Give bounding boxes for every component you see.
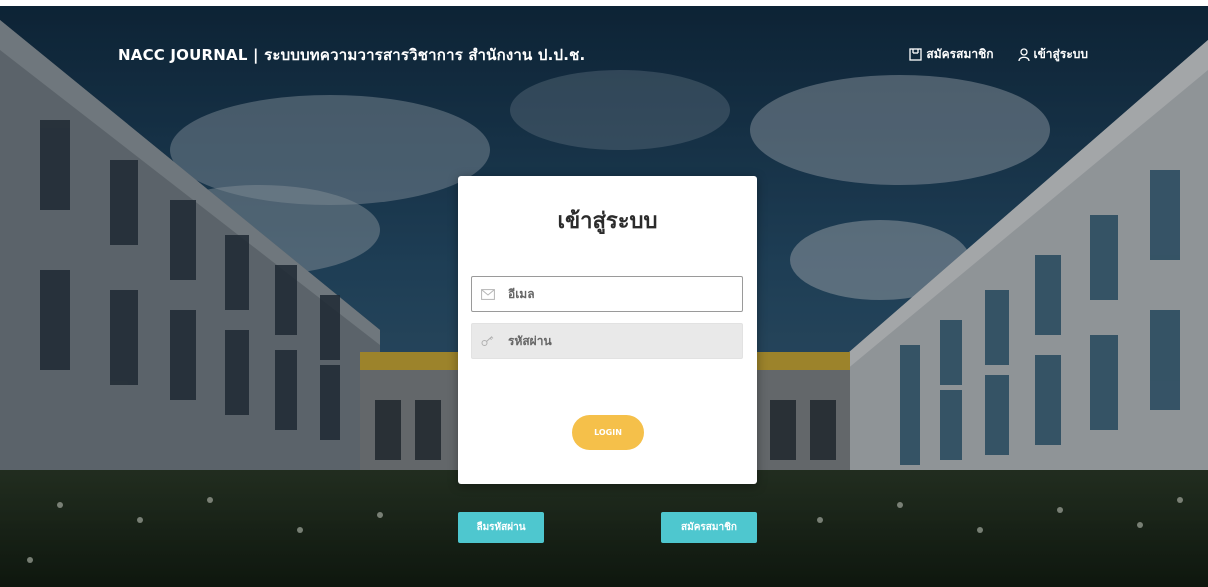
envelope-icon [472, 288, 504, 300]
site-title[interactable]: NACC JOURNAL | ระบบบทความวารสารวิชาการ ส… [118, 43, 585, 67]
email-input[interactable] [504, 279, 728, 309]
top-nav: สมัครสมาชิก เข้าสู่ระบบ [909, 45, 1088, 64]
login-page: NACC JOURNAL | ระบบบทความวารสารวิชาการ ส… [0, 0, 1208, 587]
user-icon [1017, 47, 1030, 62]
register-button[interactable]: สมัครสมาชิก [661, 512, 757, 543]
top-strip [0, 0, 1208, 6]
login-title: เข้าสู่ระบบ [557, 209, 658, 234]
password-input[interactable] [504, 326, 728, 356]
password-field [471, 323, 743, 359]
email-field [471, 276, 743, 312]
nav-login-label: เข้าสู่ระบบ [1033, 47, 1089, 61]
nav-login-link[interactable]: เข้าสู่ระบบ [1017, 45, 1089, 64]
forgot-password-button[interactable]: ลืมรหัสผ่าน [458, 512, 544, 543]
key-icon [472, 335, 504, 347]
login-button[interactable]: LOGIN [572, 415, 644, 450]
register-icon [909, 48, 923, 61]
login-card: เข้าสู่ระบบ LOGIN [458, 176, 757, 484]
nav-register-label: สมัครสมาชิก [926, 47, 994, 61]
nav-register-link[interactable]: สมัครสมาชิก [909, 45, 994, 64]
